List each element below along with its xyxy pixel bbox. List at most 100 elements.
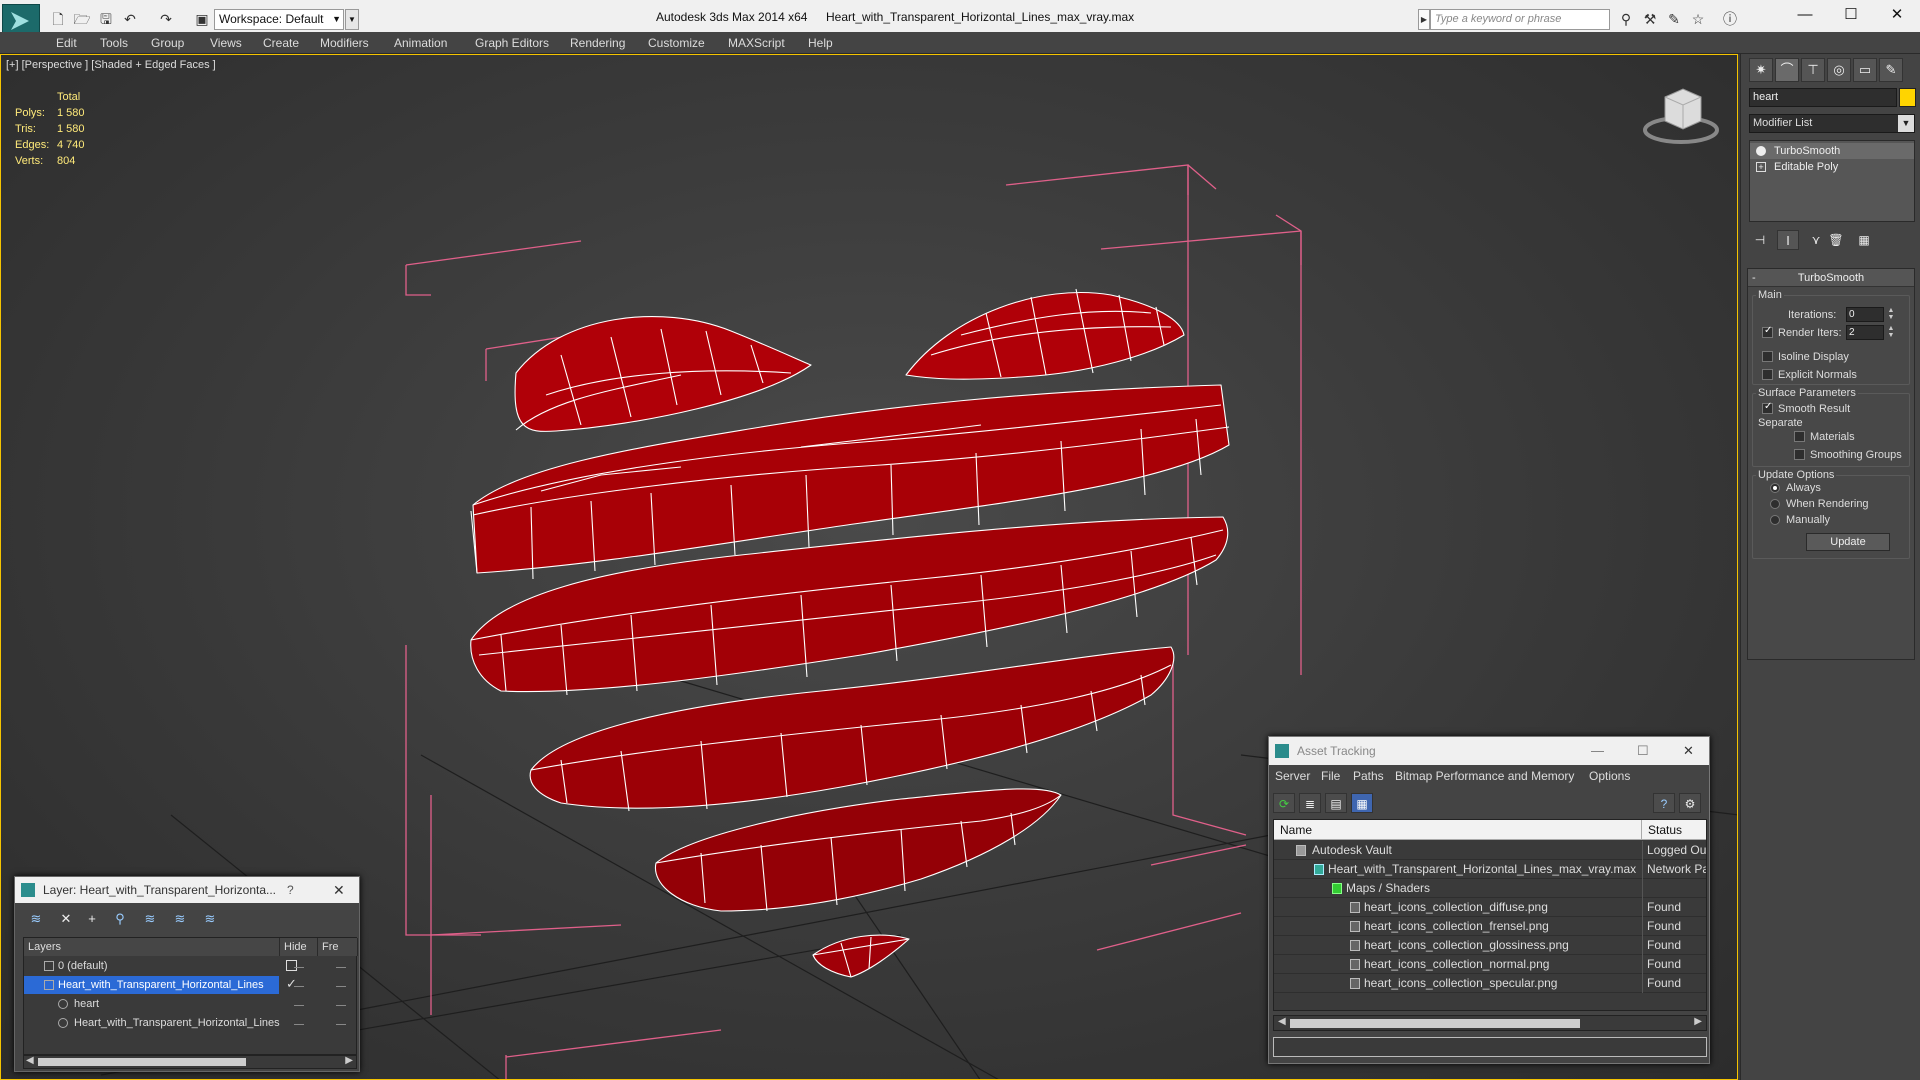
select-objects-icon[interactable]: ⚲ — [109, 909, 131, 929]
maximize-button[interactable]: ☐ — [1637, 737, 1649, 765]
thumbnail-view-icon[interactable]: ▤ — [1325, 793, 1347, 813]
menu-animation[interactable]: Animation — [394, 36, 447, 50]
manually-radio[interactable] — [1770, 515, 1780, 525]
stack-item-editable-poly[interactable]: + Editable Poly — [1750, 159, 1914, 175]
undo-icon[interactable]: ↶ — [120, 9, 140, 29]
remove-modifier-icon[interactable]: 🗑 — [1825, 230, 1847, 250]
smooth-result-checkbox[interactable] — [1762, 401, 1773, 414]
freeze-toggle[interactable] — [336, 1005, 346, 1006]
asset-horizontal-scrollbar[interactable]: ◀ ▶ — [1273, 1015, 1707, 1031]
workspace-dropdown[interactable]: Workspace: Default ▼ — [214, 9, 344, 30]
add-to-layer-icon[interactable]: + — [81, 909, 103, 929]
stack-item-turbosmooth[interactable]: TurboSmooth — [1750, 143, 1914, 159]
minimize-button[interactable]: — — [1782, 0, 1828, 32]
pin-stack-icon[interactable]: ⊣ — [1749, 230, 1771, 250]
iterations-spinner[interactable]: 0 — [1846, 307, 1884, 322]
workspace-options-button[interactable]: ▼ — [345, 9, 359, 30]
asset-row[interactable]: Heart_with_Transparent_Horizontal_Lines_… — [1274, 860, 1706, 879]
hide-toggle[interactable] — [294, 986, 304, 987]
menu-maxscript[interactable]: MAXScript — [728, 36, 785, 50]
menu-customize[interactable]: Customize — [648, 36, 705, 50]
display-tab-icon[interactable]: ▭ — [1853, 58, 1877, 82]
help-icon[interactable]: ⓘ — [1720, 10, 1740, 28]
asset-row[interactable]: Maps / Shaders — [1274, 879, 1706, 898]
asset-path-field[interactable] — [1273, 1037, 1707, 1057]
menu-tools[interactable]: Tools — [100, 36, 128, 50]
current-layer-box-icon[interactable] — [286, 960, 297, 971]
col-name[interactable]: Name — [1274, 820, 1642, 840]
tools-icon[interactable]: ⚙ — [1679, 793, 1701, 813]
always-radio[interactable] — [1770, 483, 1780, 493]
hide-toggle[interactable] — [294, 1024, 304, 1025]
viewport-label[interactable]: [+] [Perspective ] [Shaded + Edged Faces… — [6, 59, 216, 71]
asset-row[interactable]: heart_icons_collection_specular.png Found — [1274, 974, 1706, 993]
asset-row[interactable]: heart_icons_collection_frensel.png Found — [1274, 917, 1706, 936]
materials-checkbox[interactable] — [1794, 431, 1805, 442]
bulb-icon[interactable] — [1756, 146, 1766, 156]
col-freeze[interactable]: Fre — [318, 938, 358, 956]
table-view-icon[interactable]: ▦ — [1351, 793, 1373, 813]
render-iters-spinner[interactable]: 2 — [1846, 325, 1884, 340]
menu-edit[interactable]: Edit — [56, 36, 77, 50]
menu-bitmap-performance[interactable]: Bitmap Performance and Memory — [1395, 769, 1574, 783]
menu-rendering[interactable]: Rendering — [570, 36, 625, 50]
delete-layer-icon[interactable]: ✕ — [55, 909, 77, 929]
scroll-thumb[interactable] — [38, 1058, 246, 1066]
communication-icon[interactable]: ✎ — [1664, 10, 1684, 28]
layer-horizontal-scrollbar[interactable]: ◀ ▶ — [23, 1055, 357, 1069]
layer-window-titlebar[interactable]: Layer: Heart_with_Transparent_Horizonta.… — [15, 877, 359, 903]
menu-server[interactable]: Server — [1275, 769, 1310, 783]
menu-options[interactable]: Options — [1589, 769, 1630, 783]
menu-group[interactable]: Group — [151, 36, 184, 50]
layer-row[interactable]: heart — [24, 995, 279, 1013]
asset-row[interactable]: heart_icons_collection_diffuse.png Found — [1274, 898, 1706, 917]
scroll-thumb[interactable] — [1290, 1019, 1580, 1028]
current-layer-check-icon[interactable]: ✓ — [286, 976, 297, 992]
viewcube-widget[interactable] — [1643, 88, 1719, 144]
save-file-icon[interactable]: 🖫 — [96, 9, 116, 29]
object-color-swatch[interactable] — [1899, 88, 1916, 107]
show-end-result-icon[interactable]: Ⅰ — [1777, 230, 1799, 250]
spinner-arrows-icon[interactable]: ▲ ▼ — [1886, 307, 1896, 322]
scroll-left-icon[interactable]: ◀ — [26, 1055, 34, 1066]
motion-tab-icon[interactable]: ◎ — [1827, 58, 1851, 82]
rollout-header[interactable]: - TurboSmooth — [1748, 269, 1914, 287]
col-layers[interactable]: Layers — [24, 938, 280, 956]
configure-modifier-sets-icon[interactable]: ▦ — [1853, 230, 1875, 250]
expand-plus-icon[interactable]: + — [1756, 162, 1766, 172]
hierarchy-tab-icon[interactable]: ⊤ — [1801, 58, 1825, 82]
layer-row[interactable]: Heart_with_Transparent_Horizontal_Lines — [24, 1014, 280, 1032]
modifier-list-dropdown[interactable]: Modifier List ▼ — [1749, 114, 1915, 133]
render-iters-checkbox[interactable] — [1762, 325, 1773, 338]
search-input[interactable]: Type a keyword or phrase — [1430, 9, 1610, 30]
project-folder-icon[interactable]: ▣ — [192, 9, 212, 29]
utilities-tab-icon[interactable]: ✎ — [1879, 58, 1903, 82]
make-unique-icon[interactable]: ⋎ — [1805, 230, 1827, 250]
layer-row[interactable]: 0 (default) — [24, 957, 279, 975]
heart-mesh[interactable] — [470, 288, 1230, 978]
close-button[interactable]: ✕ — [1874, 0, 1920, 32]
smoothing-groups-checkbox[interactable] — [1794, 449, 1805, 460]
highlight-layer-icon[interactable]: ≋ — [139, 909, 161, 929]
update-button[interactable]: Update — [1806, 533, 1890, 551]
menu-create[interactable]: Create — [263, 36, 299, 50]
isoline-display-checkbox[interactable] — [1762, 351, 1773, 362]
list-view-icon[interactable]: ≣ — [1299, 793, 1321, 813]
modify-tab-icon[interactable]: ⌒ — [1775, 58, 1799, 82]
asset-row[interactable]: Autodesk Vault Logged Out — [1274, 841, 1706, 860]
binoculars-icon[interactable]: ⚲ — [1616, 10, 1636, 28]
freeze-toggle[interactable] — [336, 986, 346, 987]
close-button[interactable]: ✕ — [1683, 737, 1694, 765]
spinner-arrows-icon[interactable]: ▲ ▼ — [1886, 325, 1896, 340]
scroll-right-icon[interactable]: ▶ — [1694, 1016, 1702, 1027]
hide-all-icon[interactable]: ≋ — [169, 909, 191, 929]
new-file-icon[interactable]: 🗋 — [48, 9, 68, 29]
asset-row[interactable]: heart_icons_collection_normal.png Found — [1274, 955, 1706, 974]
create-tab-icon[interactable]: ✷ — [1749, 58, 1773, 82]
create-layer-icon[interactable]: ≋ — [25, 909, 47, 929]
help-icon[interactable]: ? — [287, 877, 294, 903]
minimize-button[interactable]: — — [1591, 737, 1604, 765]
hide-toggle[interactable] — [294, 1005, 304, 1006]
col-status[interactable]: Status — [1642, 820, 1706, 840]
freeze-toggle[interactable] — [336, 1024, 346, 1025]
